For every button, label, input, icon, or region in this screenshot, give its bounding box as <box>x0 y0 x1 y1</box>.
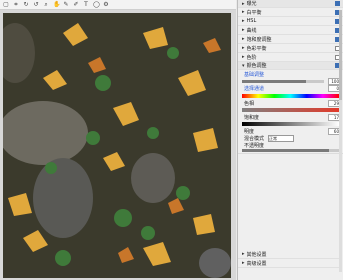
panel-row-label: HSL <box>246 18 257 24</box>
expand-icon: ▸ <box>242 27 245 33</box>
panel-row-label: 曲线 <box>246 27 257 34</box>
footer-row[interactable]: ▸ 高级设置 <box>238 259 342 268</box>
hue-label: 色相 <box>244 100 255 107</box>
panel-row[interactable]: ▸ 曝光 <box>238 0 343 8</box>
expand-icon: ▸ <box>242 36 245 42</box>
group-title: 颜色调整 <box>246 63 267 69</box>
hue-bar[interactable] <box>242 94 339 98</box>
footer-label: 高级设置 <box>246 260 267 267</box>
expand-icon: ▸ <box>242 260 245 266</box>
adjustment-panel: ▸ 曝光 ▸ 白平衡 ▸ HSL ▸ 曲线 ▸ 饱和度调整 ▸ 色彩平衡 ▸ 色阶 ▾ 颜色调整… <box>237 0 343 280</box>
undo-icon[interactable]: ↺ <box>33 1 39 8</box>
panel-row-label: 白平衡 <box>246 9 262 16</box>
hand-icon[interactable]: ✋ <box>53 1 60 8</box>
panel-row-label: 饱和度调整 <box>246 36 272 43</box>
settings-icon[interactable]: ⚙ <box>103 1 109 8</box>
panel-scrollbar[interactable] <box>339 10 342 272</box>
group-header[interactable]: ▾ 颜色调整 <box>238 62 343 70</box>
panel-row[interactable]: ▸ 色阶 <box>238 53 343 62</box>
expand-icon: ▸ <box>242 251 245 257</box>
panel-row[interactable]: ▸ 色彩平衡 <box>238 44 343 53</box>
opacity-slider[interactable] <box>242 149 339 152</box>
panel-row[interactable]: ▸ 白平衡 <box>238 8 343 17</box>
photo-image <box>3 13 231 278</box>
rotate-icon[interactable]: ↻ <box>23 1 29 8</box>
eyedropper-icon[interactable]: ✎ <box>63 1 69 8</box>
sat-bar[interactable] <box>242 108 339 112</box>
zoom-icon[interactable]: ⌕ <box>43 1 49 8</box>
select-icon[interactable]: ▢ <box>3 1 9 8</box>
toolbar: ▢ ⌗ ↻ ↺ ⌕ ✋ ✎ ✐ T ◯ ⚙ <box>0 0 236 10</box>
panel-row-label: 色彩平衡 <box>246 45 267 52</box>
panel-row-label: 色阶 <box>246 54 257 61</box>
collapse-icon: ▾ <box>242 62 245 69</box>
expand-icon: ▸ <box>242 54 245 60</box>
expand-icon: ▸ <box>242 18 245 24</box>
blend-select[interactable]: 正常 <box>268 134 295 142</box>
row-checkbox[interactable] <box>335 1 340 6</box>
canvas-area <box>0 10 236 280</box>
sat-label: 饱和度 <box>244 114 260 121</box>
expand-icon: ▸ <box>242 0 245 7</box>
footer-label: 其他设置 <box>246 251 267 258</box>
blend-label: 混合模式 <box>244 135 265 142</box>
opacity-label: 不透明度 <box>244 143 265 149</box>
footer-rows: ▸ 其他设置 ▸ 高级设置 <box>238 250 342 268</box>
sub-title: 基础调整 <box>244 72 265 78</box>
channel-label: 选择通道 <box>244 86 265 92</box>
light-label: 明度 <box>244 128 255 135</box>
slider-1[interactable] <box>242 80 324 83</box>
expand-icon: ▸ <box>242 9 245 15</box>
scroll-thumb[interactable] <box>339 10 342 100</box>
panel-row[interactable]: ▸ HSL <box>238 17 343 26</box>
panel-row-label: 曝光 <box>246 1 257 7</box>
crop-icon[interactable]: ⌗ <box>13 1 19 8</box>
light-bar[interactable] <box>242 122 339 126</box>
footer-row[interactable]: ▸ 其他设置 <box>238 250 342 259</box>
text-icon[interactable]: T <box>83 1 89 8</box>
expand-icon: ▸ <box>242 45 245 51</box>
shape-icon[interactable]: ◯ <box>93 1 100 8</box>
brush-icon[interactable]: ✐ <box>73 1 79 8</box>
panel-row[interactable]: ▸ 曲线 <box>238 26 343 35</box>
group-content: 基础调整 100 选择通道 0 色相 29 饱和度 17 明度 60 混合模式 … <box>238 70 343 154</box>
panel-row[interactable]: ▸ 饱和度调整 <box>238 35 343 44</box>
